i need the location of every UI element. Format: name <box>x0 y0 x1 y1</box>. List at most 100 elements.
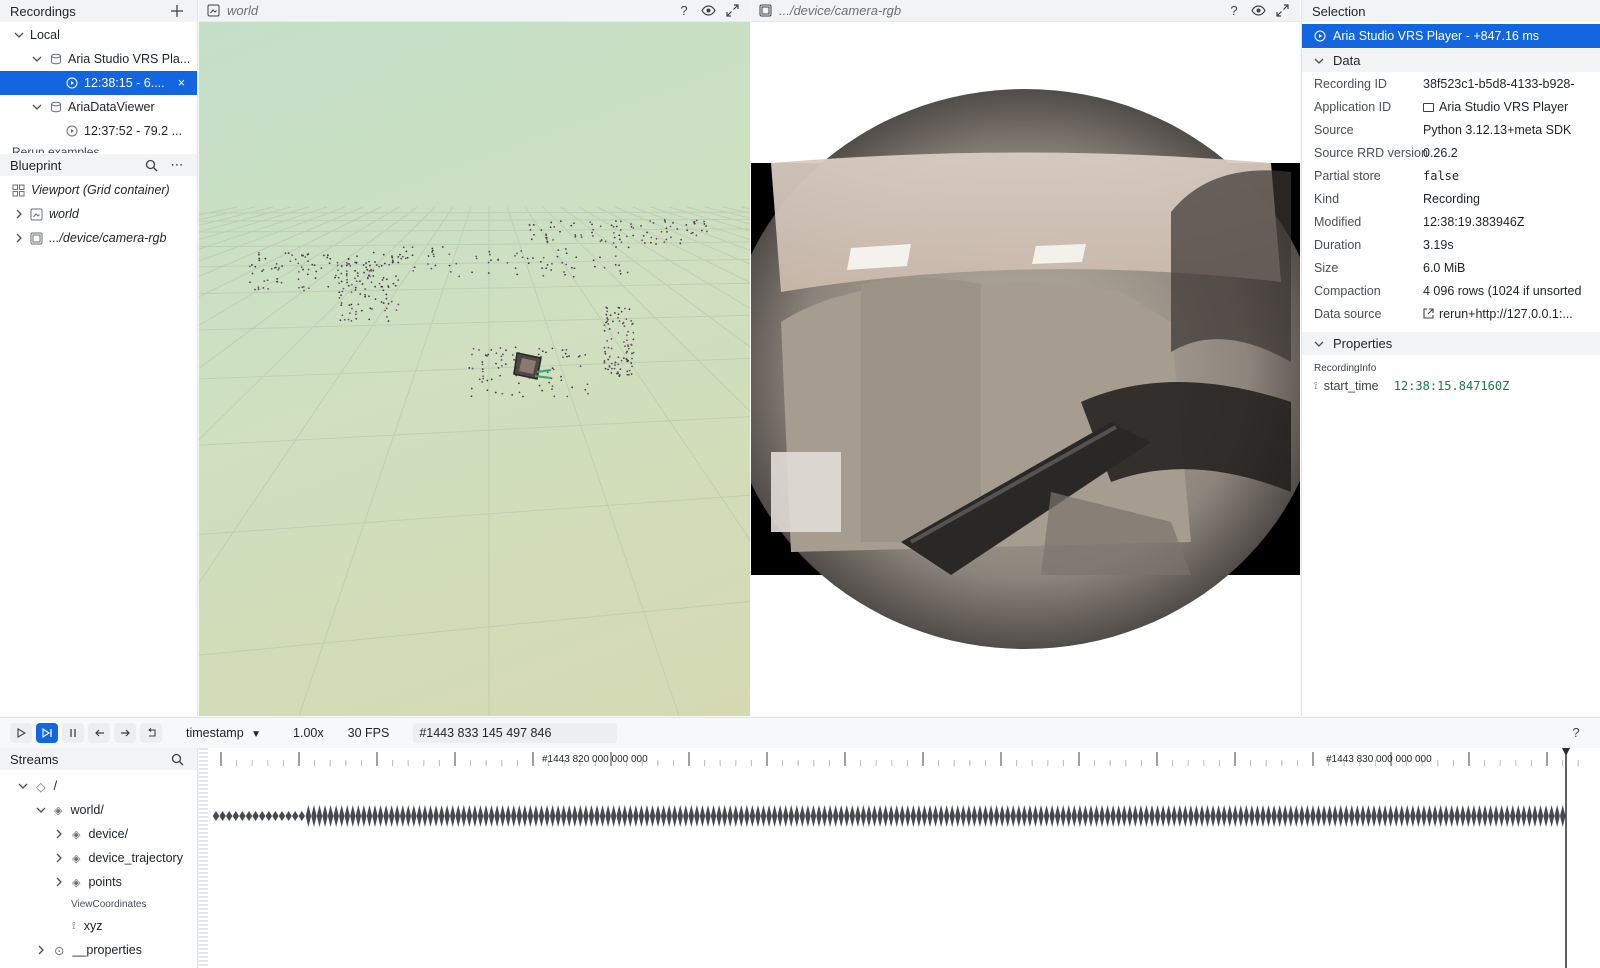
timeline-event-marker[interactable] <box>1543 805 1549 827</box>
timeline-event-marker[interactable] <box>788 805 794 827</box>
timeline-event-marker[interactable] <box>1038 805 1044 827</box>
timeline-event-marker[interactable] <box>1471 805 1477 827</box>
timeline-event-marker[interactable] <box>955 805 961 827</box>
timeline-event-marker[interactable] <box>355 805 362 827</box>
world-3d-canvas[interactable] <box>199 22 750 716</box>
timeline-event-marker[interactable] <box>455 805 461 827</box>
timeline-event-marker[interactable] <box>1293 805 1299 827</box>
timeline-event-marker[interactable] <box>505 805 511 827</box>
timeline-event-marker[interactable] <box>1432 805 1438 827</box>
chevron-down-icon[interactable] <box>30 54 44 64</box>
fps-setting[interactable]: 30 FPS <box>348 726 390 740</box>
timeline-event-marker[interactable] <box>1338 805 1344 827</box>
timeline-event-marker[interactable] <box>372 805 378 827</box>
timeline-event-marker[interactable] <box>1127 805 1133 827</box>
timeline-event-marker[interactable] <box>239 811 246 821</box>
timeline-event-marker[interactable] <box>1093 805 1100 827</box>
timeline-event-marker[interactable] <box>1043 805 1050 827</box>
timeline-event-marker[interactable] <box>272 811 279 821</box>
timeline-event-marker[interactable] <box>688 805 695 827</box>
timeline-event-marker[interactable] <box>1121 805 1127 827</box>
timeline-event-marker[interactable] <box>1116 805 1122 827</box>
timeline-event-marker[interactable] <box>1349 805 1355 827</box>
timeline-event-marker[interactable] <box>344 805 350 827</box>
timeline-event-marker[interactable] <box>466 805 473 827</box>
eye-icon[interactable] <box>698 1 718 21</box>
timeline-event-marker[interactable] <box>1482 805 1488 827</box>
timeline-event-marker[interactable] <box>694 805 700 827</box>
timeline-event-marker[interactable] <box>666 805 672 827</box>
timeline-event-marker[interactable] <box>633 805 639 827</box>
timeline-event-marker[interactable] <box>1193 805 1200 827</box>
timeline-event-marker[interactable] <box>622 805 628 827</box>
timeline-event-marker[interactable] <box>1515 805 1521 827</box>
timeline-event-marker[interactable] <box>1326 805 1333 827</box>
timeline-event-marker[interactable] <box>572 805 578 827</box>
timeline-event-marker[interactable] <box>705 805 711 827</box>
timeline-event-marker[interactable] <box>716 805 722 827</box>
timeline-event-marker[interactable] <box>494 805 500 827</box>
timeline-event-marker[interactable] <box>1498 805 1505 827</box>
timeline-event-marker[interactable] <box>438 805 445 827</box>
timeline-event-marker[interactable] <box>1554 805 1560 827</box>
timeline-event-marker[interactable] <box>292 811 299 821</box>
timeline-event-marker[interactable] <box>1410 805 1416 827</box>
timeline-event-marker[interactable] <box>838 805 844 827</box>
timeline-canvas[interactable]: #1443 820 000 000 000 #1443 830 000 000 … <box>199 748 1600 968</box>
timeline-event-marker[interactable] <box>993 805 1000 827</box>
timeline-event-marker[interactable] <box>1460 805 1466 827</box>
timeline-event-marker[interactable] <box>916 805 922 827</box>
timeline-event-marker[interactable] <box>988 805 994 827</box>
timeline-event-marker[interactable] <box>660 805 667 827</box>
stream-points[interactable]: ◈ points <box>0 870 197 894</box>
timeline-event-marker[interactable] <box>644 805 650 827</box>
chevron-right-icon[interactable] <box>12 209 26 219</box>
timeline-event-marker[interactable] <box>1077 805 1083 827</box>
data-row-data-source[interactable]: Data source rerun+http://127.0.0.1:... <box>1302 302 1600 325</box>
timeline-event-marker[interactable] <box>1399 805 1405 827</box>
timeline-event-marker[interactable] <box>594 805 600 827</box>
timeline-event-marker[interactable] <box>400 805 406 827</box>
timeline-event-marker[interactable] <box>683 805 689 827</box>
current-time-input[interactable]: #1443 833 145 497 846 <box>413 722 618 743</box>
timeline-event-marker[interactable] <box>1082 805 1089 827</box>
timeline-event-marker[interactable] <box>394 805 400 827</box>
timeline-event-marker[interactable] <box>827 805 833 827</box>
timeline-event-marker[interactable] <box>1537 805 1544 827</box>
timeline-event-marker[interactable] <box>1010 805 1016 827</box>
timeline-event-marker[interactable] <box>599 805 606 827</box>
stream-world[interactable]: ◈ world/ <box>0 798 197 822</box>
timeline-event-marker[interactable] <box>1060 805 1066 827</box>
timeline-event-marker[interactable] <box>427 805 434 827</box>
timeline-event-marker[interactable] <box>943 805 950 827</box>
timeline-event-marker[interactable] <box>1049 805 1055 827</box>
timeline-event-marker[interactable] <box>298 811 305 821</box>
timeline-event-marker[interactable] <box>285 811 292 821</box>
stream-properties[interactable]: ⊙ __properties <box>0 938 197 962</box>
timeline-event-marker[interactable] <box>322 805 328 827</box>
chevron-down-icon[interactable] <box>34 805 48 815</box>
timeline-event-marker[interactable] <box>1227 805 1233 827</box>
timeline-event-marker[interactable] <box>1526 805 1533 827</box>
timeline-event-marker[interactable] <box>721 805 728 827</box>
camera-rgb-image[interactable] <box>751 22 1300 716</box>
timeline-event-marker[interactable] <box>516 805 522 827</box>
timeline-event-marker[interactable] <box>999 805 1005 827</box>
timeline-event-marker[interactable] <box>1260 805 1266 827</box>
timeline-event-marker[interactable] <box>1132 805 1139 827</box>
data-section-header[interactable]: Data <box>1302 49 1600 72</box>
chevron-down-icon[interactable] <box>1314 56 1324 66</box>
timeline-event-marker[interactable] <box>733 805 739 827</box>
timeline-event-marker[interactable] <box>1415 805 1422 827</box>
recording-entry[interactable]: 12:37:52 - 79.2 ... <box>0 119 197 143</box>
timeline-event-marker[interactable] <box>361 805 367 827</box>
timeline-event-marker[interactable] <box>738 805 744 827</box>
timeline-event-marker[interactable] <box>1310 805 1316 827</box>
follow-icon[interactable] <box>36 722 58 743</box>
timeline-event-marker[interactable] <box>265 811 272 821</box>
help-icon[interactable]: ? <box>1224 1 1244 21</box>
timeline-event-marker[interactable] <box>1521 805 1527 827</box>
timeline-event-marker[interactable] <box>416 805 423 827</box>
timeline-event-marker[interactable] <box>1532 805 1538 827</box>
timeline-event-marker[interactable] <box>1387 805 1394 827</box>
